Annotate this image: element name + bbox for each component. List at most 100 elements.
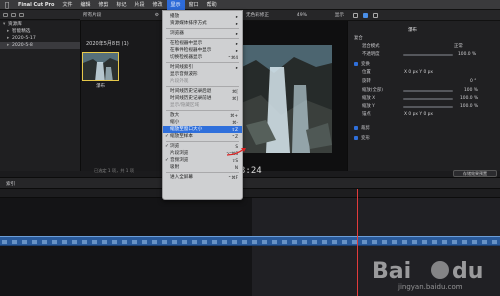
browser-settings-icon[interactable]: ⚙: [155, 13, 159, 18]
browser-header: 所有片段 ⚙: [80, 10, 162, 21]
menu-separator: [166, 110, 239, 111]
video-inspector-icon[interactable]: [353, 12, 358, 18]
scale-y-slider[interactable]: [403, 106, 453, 108]
timeline-ruler[interactable]: [0, 189, 500, 198]
submenu-arrow-icon: ▸: [235, 41, 238, 46]
baidu-jingyan-logo: Bai du jingyan.baidu.com: [372, 259, 483, 291]
inspector-row-distort[interactable]: 变形: [354, 135, 370, 142]
opacity-value[interactable]: 100.0 %: [458, 51, 476, 58]
viewer-video-frame: [236, 45, 332, 153]
clip-thumbnail[interactable]: [82, 52, 119, 81]
inspector-panel: 瀑布 复合 混合模式 正常 不透明度 100.0 % 变换 位置 X 0 px …: [347, 21, 500, 171]
timeline-clip[interactable]: [0, 236, 500, 246]
inspector-row-transform[interactable]: 变换: [354, 61, 370, 68]
svg-text:du: du: [452, 259, 483, 284]
menu-clip[interactable]: 片段: [131, 0, 149, 10]
waterfall-thumbnail-image: [83, 53, 118, 80]
menu-file[interactable]: 文件: [58, 0, 76, 10]
menu-modify[interactable]: 修改: [149, 0, 167, 10]
menu-separator: [166, 141, 239, 142]
menu-trim[interactable]: 修剪: [94, 0, 112, 10]
view-menu-item[interactable]: ✓ 缩放至样本 ⌃Z: [163, 133, 242, 140]
library-item-event-0508[interactable]: ▸ 2020-5-8: [0, 42, 80, 49]
submenu-arrow-icon: ▸: [235, 65, 238, 70]
view-menu-item-label: 音频浏览: [170, 158, 189, 163]
color-inspector-icon[interactable]: [363, 12, 368, 18]
distort-checkbox[interactable]: [354, 135, 358, 140]
menu-separator: [166, 172, 239, 173]
library-item-event-0517[interactable]: ▸ 2020-5-17: [0, 35, 80, 42]
view-menu-item[interactable]: ✓ 音频浏览 ⇧S: [163, 157, 242, 164]
view-menu-item-shortcut: ⇧Z: [231, 127, 238, 132]
transform-checkbox[interactable]: [354, 61, 358, 66]
view-menu-item[interactable]: 资源媒体排序方式 ▸: [163, 20, 242, 27]
menu-app-name[interactable]: Final Cut Pro: [14, 0, 58, 10]
scale-x-value[interactable]: 100.0 %: [460, 95, 478, 102]
scale-all-slider[interactable]: [403, 90, 453, 92]
scale-y-value[interactable]: 100.0 %: [460, 103, 478, 110]
inspector-clip-name: 瀑布: [408, 28, 417, 33]
submenu-arrow-icon: ▸: [235, 14, 238, 19]
library-item-smart[interactable]: ▸ 智能精选: [0, 28, 80, 35]
view-menu-item[interactable]: 切换检视器显示 ⌃⌘4: [163, 54, 242, 61]
menu-window[interactable]: 窗口: [185, 0, 203, 10]
view-menu-item[interactable]: 播放 ▸: [163, 13, 242, 20]
library-toolbar: [0, 10, 83, 20]
inspector-row-crop[interactable]: 裁剪: [354, 125, 370, 132]
titles-icon[interactable]: [19, 12, 24, 17]
view-menu-item[interactable]: 缩放至窗口大小 ⇧Z: [163, 126, 242, 133]
apple-icon[interactable]: : [0, 1, 14, 9]
view-menu-item-label: 资源媒体排序方式: [170, 21, 207, 26]
info-inspector-icon[interactable]: [373, 12, 378, 18]
position-value[interactable]: X 0 px Y 0 px: [404, 69, 433, 76]
menu-edit[interactable]: 编辑: [76, 0, 94, 10]
menu-help[interactable]: 帮助: [203, 0, 221, 10]
browser-status: 已选定 1 项，共 1 项: [94, 168, 134, 173]
inspector-row-scale-all: 缩放(全部): [362, 88, 383, 93]
opacity-slider[interactable]: [403, 54, 453, 56]
view-menu-item[interactable]: 时间线历史记录后退 ⌘[: [163, 88, 242, 95]
menu-mark[interactable]: 标记: [113, 0, 131, 10]
view-menu-item: 显示/隐藏区域: [163, 102, 242, 109]
menu-separator: [166, 86, 239, 87]
rotation-value[interactable]: 0 °: [470, 78, 476, 85]
annotation-arrow-icon: [226, 148, 246, 156]
clip-filmstrip: [0, 237, 500, 245]
library-icon[interactable]: [3, 12, 8, 17]
inspector-row-opacity: 不透明度: [362, 52, 380, 57]
view-menu-item[interactable]: 吸附 N: [163, 164, 242, 171]
anchor-value[interactable]: X 0 px Y 0 px: [404, 111, 433, 118]
inspector-row-blend-mode: 混合模式: [362, 44, 380, 49]
view-menu-item[interactable]: 在检视器中显示 ▸: [163, 40, 242, 47]
view-menu-item-label: 播放: [170, 14, 180, 19]
scale-all-value[interactable]: 100 %: [464, 87, 478, 94]
view-menu-item[interactable]: 缩小 ⌘-: [163, 119, 242, 126]
view-menu-item-shortcut: N: [234, 165, 238, 170]
menu-view[interactable]: 显示: [166, 0, 185, 10]
clip-thumbnail-label: 瀑布: [96, 84, 105, 89]
view-menu-item[interactable]: 时间线历史记录前进 ⌘]: [163, 95, 242, 102]
scale-x-slider[interactable]: [403, 98, 453, 100]
save-effects-preset-button[interactable]: 存储效果预置: [453, 170, 497, 177]
timeline-playhead[interactable]: [357, 189, 358, 296]
menu-separator: [166, 28, 239, 29]
view-menu-item[interactable]: 显示音频波形: [163, 71, 242, 78]
photos-icon[interactable]: [11, 12, 16, 17]
viewer-zoom[interactable]: 49%: [297, 13, 307, 18]
view-menu-item-label: 缩放至样本: [170, 134, 193, 139]
timeline-index-button[interactable]: 索引: [6, 181, 15, 187]
view-menu-item[interactable]: 浏览器 ▸: [163, 30, 242, 37]
timeline-toolbar: 索引: [0, 177, 500, 189]
view-menu-item-label: 时间线历史记录前进: [170, 96, 212, 101]
crop-checkbox[interactable]: [354, 125, 358, 130]
submenu-arrow-icon: ▸: [235, 31, 238, 36]
blend-mode-select[interactable]: 正常: [454, 43, 463, 50]
view-menu-item[interactable]: 进入全屏幕 ⌃⌘F: [163, 174, 242, 181]
view-menu-item[interactable]: 时间线索引 ▸: [163, 64, 242, 71]
browser-filter[interactable]: 所有片段: [83, 12, 101, 18]
view-menu-dropdown: 播放 ▸ 资源媒体排序方式 ▸ 浏览器 ▸ 在检视器中显示 ▸ 在事件检视器中显示 ▸ 切换检视器显…: [162, 10, 243, 200]
viewer-display-menu[interactable]: 显示: [335, 12, 344, 18]
library-item-root[interactable]: ▾ 资源库: [0, 21, 80, 28]
view-menu-item[interactable]: 放大 ⌘+: [163, 112, 242, 119]
view-menu-item[interactable]: 在事件检视器中显示 ▸: [163, 47, 242, 54]
